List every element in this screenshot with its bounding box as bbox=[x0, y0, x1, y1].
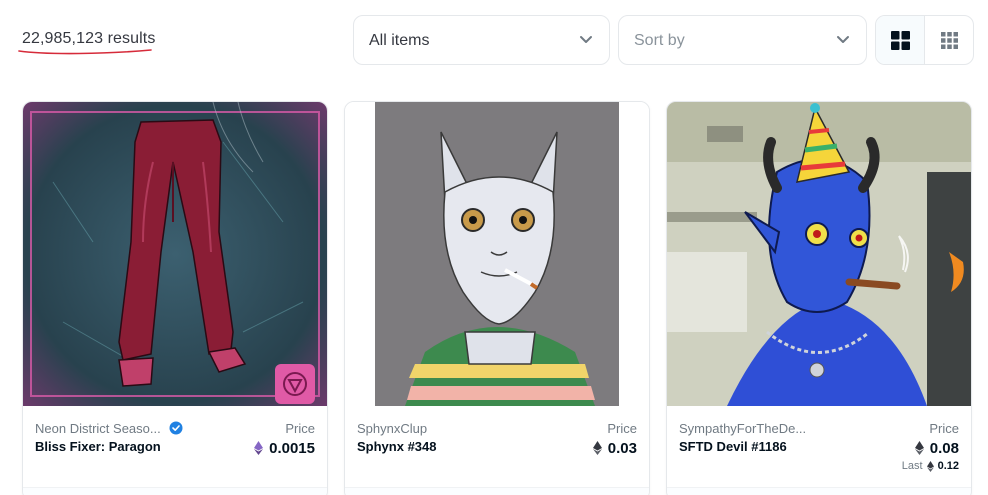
collection-name[interactable]: SphynxClup bbox=[357, 421, 427, 436]
nft-name: SFTD Devil #1186 bbox=[679, 439, 787, 454]
collection-name[interactable]: SympathyForTheDe... bbox=[679, 421, 806, 436]
card-footer bbox=[667, 487, 971, 495]
nft-image[interactable] bbox=[23, 102, 327, 406]
verified-badge-icon bbox=[169, 421, 183, 435]
nft-card[interactable]: SympathyForTheDe... SFTD Devil #1186 Pri… bbox=[666, 101, 972, 495]
price-label: Price bbox=[285, 421, 315, 436]
items-filter-select[interactable]: All items bbox=[353, 15, 610, 65]
results-toolbar: 22,985,123 results All items Sort by bbox=[0, 0, 988, 80]
large-grid-button[interactable] bbox=[876, 16, 925, 64]
eth-gray-icon bbox=[592, 441, 602, 455]
price-row: 0.0015 bbox=[254, 438, 315, 458]
nft-card-info: SphynxClup Sphynx #348 Price 0.03 bbox=[345, 406, 649, 495]
small-grid-button[interactable] bbox=[925, 16, 973, 64]
collection-name[interactable]: Neon District Seaso... bbox=[35, 421, 161, 436]
price-row: 0.03 bbox=[592, 438, 637, 458]
nft-image[interactable] bbox=[667, 102, 971, 406]
price-value: 0.0015 bbox=[269, 439, 315, 457]
nft-card[interactable]: SphynxClup Sphynx #348 Price 0.03 bbox=[344, 101, 650, 495]
results-underline bbox=[18, 49, 152, 55]
price-row: 0.08 bbox=[914, 438, 959, 458]
nft-card-info: Neon District Seaso... Bliss Fixer: Para… bbox=[23, 406, 327, 495]
card-footer bbox=[23, 487, 327, 495]
nft-card[interactable]: Neon District Seaso... Bliss Fixer: Para… bbox=[22, 101, 328, 495]
items-filter-value: All items bbox=[369, 32, 430, 49]
sort-by-placeholder: Sort by bbox=[634, 32, 685, 49]
nft-name: Bliss Fixer: Paragon bbox=[35, 439, 161, 454]
price-value: 0.08 bbox=[929, 439, 959, 457]
chevron-down-icon bbox=[580, 36, 592, 43]
price-value: 0.03 bbox=[607, 439, 637, 457]
eth-purple-icon bbox=[254, 441, 264, 455]
nft-card-info: SympathyForTheDe... SFTD Devil #1186 Pri… bbox=[667, 406, 971, 495]
last-sale-value: 0.12 bbox=[937, 460, 959, 472]
last-sale-label: Last bbox=[901, 460, 923, 472]
chevron-down-icon bbox=[837, 36, 849, 43]
nft-name: Sphynx #348 bbox=[357, 439, 437, 454]
eth-gray-icon bbox=[926, 460, 934, 472]
grid-view-toggle bbox=[875, 15, 974, 65]
small-grid-icon bbox=[941, 32, 958, 49]
price-label: Price bbox=[607, 421, 637, 436]
large-grid-icon bbox=[891, 31, 910, 50]
eth-gray-icon bbox=[914, 441, 924, 455]
sort-by-select[interactable]: Sort by bbox=[618, 15, 867, 65]
last-sale-row: Last 0.12 bbox=[902, 460, 959, 472]
card-footer bbox=[345, 487, 649, 495]
price-label: Price bbox=[929, 421, 959, 436]
nft-image[interactable] bbox=[345, 102, 649, 406]
